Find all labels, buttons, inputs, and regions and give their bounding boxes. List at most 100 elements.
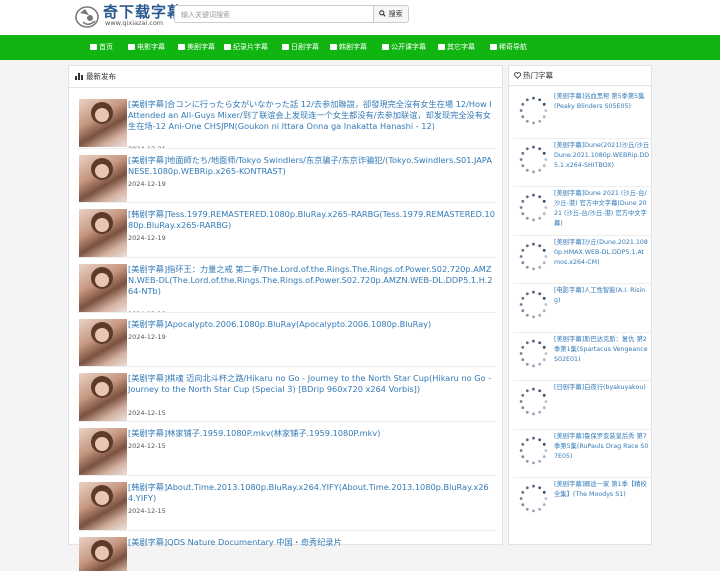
hot-item-link[interactable]: [美剧字幕]卿途一家 第1季【精校全集】(The Moodys S1) — [554, 480, 650, 500]
spinner-dot — [532, 339, 535, 343]
hot-item[interactable]: [美剧字幕]鲁保罗变装皇后秀 第7季第5集(RuPauls Drag Race … — [513, 430, 651, 478]
hot-item-link[interactable]: [美剧字幕]浴血黑帮 第5季第5集(Peaky Blinders S05E05) — [554, 92, 650, 112]
search-button-label: 搜索 — [388, 10, 403, 18]
spinner-dot — [538, 410, 542, 414]
hot-heading-label: 热门字幕 — [523, 71, 553, 80]
item-thumbnail[interactable] — [79, 428, 127, 475]
nav-label: 稀奇导航 — [499, 43, 527, 51]
spinner-dot — [544, 157, 548, 161]
spinner-dot — [532, 218, 535, 222]
item-thumbnail[interactable] — [79, 99, 127, 147]
spinner-dot — [521, 248, 525, 252]
item-date: 2024-12-15 — [128, 507, 166, 515]
item-thumbnail[interactable] — [79, 537, 127, 571]
nav-item-other[interactable]: 其它字幕 — [438, 35, 475, 60]
item-title-link[interactable]: [美剧字幕]地面師たち/地面师/Tokyo Swindlers/东京骗子/东京诈… — [128, 155, 495, 177]
film-icon — [178, 43, 185, 50]
loading-spinner-icon — [517, 240, 550, 273]
film-icon — [282, 43, 289, 50]
film-icon — [224, 43, 231, 50]
loading-spinner-icon — [517, 288, 550, 321]
item-title-link[interactable]: [美剧字幕]合コンに行ったら女がいなかった話 12/去参加聯誼，卻發現完全沒有女… — [128, 99, 495, 133]
spinner-dot — [544, 254, 548, 258]
hot-item-link[interactable]: [日剧字幕]白夜行(byakuyakou) — [554, 383, 650, 393]
spinner-dot — [519, 254, 523, 258]
site-logo[interactable]: 奇下载字幕 www.qixiazai.com — [75, 2, 182, 32]
list-item[interactable]: [韩剧字幕]About.Time.2013.1080p.BluRay.x264.… — [77, 476, 497, 531]
latest-heading-label: 最新发布 — [86, 72, 116, 81]
item-thumbnail[interactable] — [79, 209, 127, 257]
site-header: 奇下载字幕 www.qixiazai.com 输入关键词搜索 搜索 — [0, 0, 720, 35]
hot-item[interactable]: [电影字幕]人工性智能(A.I. Rising) — [513, 284, 651, 333]
list-item[interactable]: [美剧字幕]QDS Nature Documentary 中国・奇秀纪录片 — [77, 531, 497, 571]
item-title-link[interactable]: [美剧字幕]棋魂 迈向北斗杯之路/Hikaru no Go - Journey … — [128, 373, 495, 395]
spinner-dot — [542, 151, 546, 155]
item-title-link[interactable]: [韩剧字幕]About.Time.2013.1080p.BluRay.x264.… — [128, 482, 495, 504]
list-item[interactable]: [美剧字幕]棋魂 迈向北斗杯之路/Hikaru no Go - Journey … — [77, 367, 497, 422]
item-title-link[interactable]: [美剧字幕]Apocalypto.2006.1080p.BluRay(Apoca… — [128, 319, 495, 330]
spinner-dot — [521, 503, 525, 507]
nav-item-guide[interactable]: 稀奇导航 — [490, 35, 527, 60]
spinner-dot — [538, 389, 542, 393]
hot-item[interactable]: [日剧字幕]白夜行(byakuyakou) — [513, 381, 651, 430]
hot-item[interactable]: [美剧字幕]斯巴达克斯：复仇 第2季第1集(Spartacus Vengeanc… — [513, 333, 651, 381]
hot-item[interactable]: [美剧字幕]卿途一家 第1季【精校全集】(The Moodys S1) — [513, 478, 651, 527]
hot-item-link[interactable]: [电影字幕]人工性智能(A.I. Rising) — [554, 286, 650, 306]
spinner-dot — [542, 309, 546, 313]
spinner-dot — [542, 406, 546, 410]
nav-item-korean[interactable]: 韩剧字幕 — [330, 35, 367, 60]
item-thumbnail[interactable] — [79, 319, 127, 366]
nav-item-home[interactable]: 首页 — [90, 35, 113, 60]
spinner-dot — [532, 96, 535, 100]
hot-item-link[interactable]: [美剧字幕]沙丘(Dune.2021.1080p.HMAX.WEB-DL.DDP… — [554, 238, 650, 268]
list-item[interactable]: [美剧字幕]地面師たち/地面师/Tokyo Swindlers/东京骗子/东京诈… — [77, 149, 497, 203]
spinner-dot — [521, 454, 525, 458]
spinner-dot — [532, 315, 535, 319]
nav-item-open-course[interactable]: 公开课字幕 — [382, 35, 426, 60]
item-thumbnail[interactable] — [79, 482, 127, 530]
nav-label: 首页 — [99, 43, 113, 51]
search-input[interactable]: 输入关键词搜索 — [174, 5, 374, 23]
spinner-dot — [525, 195, 529, 199]
item-title-link[interactable]: [美剧字幕]林家铺子.1959.1080P.mkv(林家铺子.1959.1080… — [128, 428, 495, 439]
spinner-dot — [542, 442, 546, 446]
spinner-dot — [538, 437, 542, 441]
list-item[interactable]: [美剧字幕]指环王：力量之戒 第二季/The.Lord.of.the.Rings… — [77, 258, 497, 313]
hot-item[interactable]: [美剧字幕]浴血黑帮 第5季第5集(Peaky Blinders S05E05) — [513, 90, 651, 139]
hot-item-link[interactable]: [美剧字幕]Dune(2021)沙丘/沙丘Dune.2021.1080p.WEB… — [554, 141, 650, 171]
spinner-dot — [538, 340, 542, 344]
item-title-link[interactable]: [美剧字幕]QDS Nature Documentary 中国・奇秀纪录片 — [128, 537, 495, 548]
nav-item-movies[interactable]: 电影字幕 — [128, 35, 165, 60]
spinner-dot — [532, 509, 535, 513]
item-thumbnail[interactable] — [79, 373, 127, 421]
nav-item-japanese[interactable]: 日剧字幕 — [282, 35, 319, 60]
hot-item[interactable]: [美剧字幕]Dune 2021 (沙丘-台/沙丘-港) 官方中文字幕(Dune … — [513, 187, 651, 236]
hot-item-link[interactable]: [美剧字幕]斯巴达克斯：复仇 第2季第1集(Spartacus Vengeanc… — [554, 335, 650, 365]
hot-item-link[interactable]: [美剧字幕]鲁保罗变装皇后秀 第7季第5集(RuPauls Drag Race … — [554, 432, 650, 462]
list-item[interactable]: [美剧字幕]合コンに行ったら女がいなかった話 12/去参加聯誼，卻發現完全沒有女… — [77, 93, 497, 149]
item-title-link[interactable]: [韩剧字幕]Tess.1979.REMASTERED.1080p.BluRay.… — [128, 209, 495, 231]
hot-item-link[interactable]: [美剧字幕]Dune 2021 (沙丘-台/沙丘-港) 官方中文字幕(Dune … — [554, 189, 650, 229]
list-item[interactable]: [美剧字幕]Apocalypto.2006.1080p.BluRay(Apoca… — [77, 313, 497, 367]
spinner-dot — [538, 216, 542, 220]
spinner-dot — [525, 243, 529, 247]
spinner-dot — [542, 102, 546, 106]
spinner-dot — [532, 387, 535, 391]
spinner-dot — [538, 168, 542, 172]
bar-chart-icon — [75, 72, 83, 80]
hot-item[interactable]: [美剧字幕]沙丘(Dune.2021.1080p.HMAX.WEB-DL.DDP… — [513, 236, 651, 284]
item-thumbnail[interactable] — [79, 155, 127, 202]
spinner-dot — [542, 454, 546, 458]
nav-item-documentary[interactable]: 纪录片字幕 — [224, 35, 268, 60]
spinner-dot — [525, 437, 529, 441]
spinner-dot — [532, 242, 535, 246]
item-thumbnail[interactable] — [79, 264, 127, 312]
list-item[interactable]: [韩剧字幕]Tess.1979.REMASTERED.1080p.BluRay.… — [77, 203, 497, 258]
search-button[interactable]: 搜索 — [373, 5, 409, 23]
item-title-link[interactable]: [美剧字幕]指环王：力量之戒 第二季/The.Lord.of.the.Rings… — [128, 264, 495, 298]
nav-item-us-series[interactable]: 美剧字幕 — [178, 35, 215, 60]
hot-item[interactable]: [美剧字幕]Dune(2021)沙丘/沙丘Dune.2021.1080p.WEB… — [513, 139, 651, 187]
list-item[interactable]: [美剧字幕]林家铺子.1959.1080P.mkv(林家铺子.1959.1080… — [77, 422, 497, 476]
spinner-dot — [544, 303, 548, 306]
spinner-dot — [525, 362, 529, 366]
